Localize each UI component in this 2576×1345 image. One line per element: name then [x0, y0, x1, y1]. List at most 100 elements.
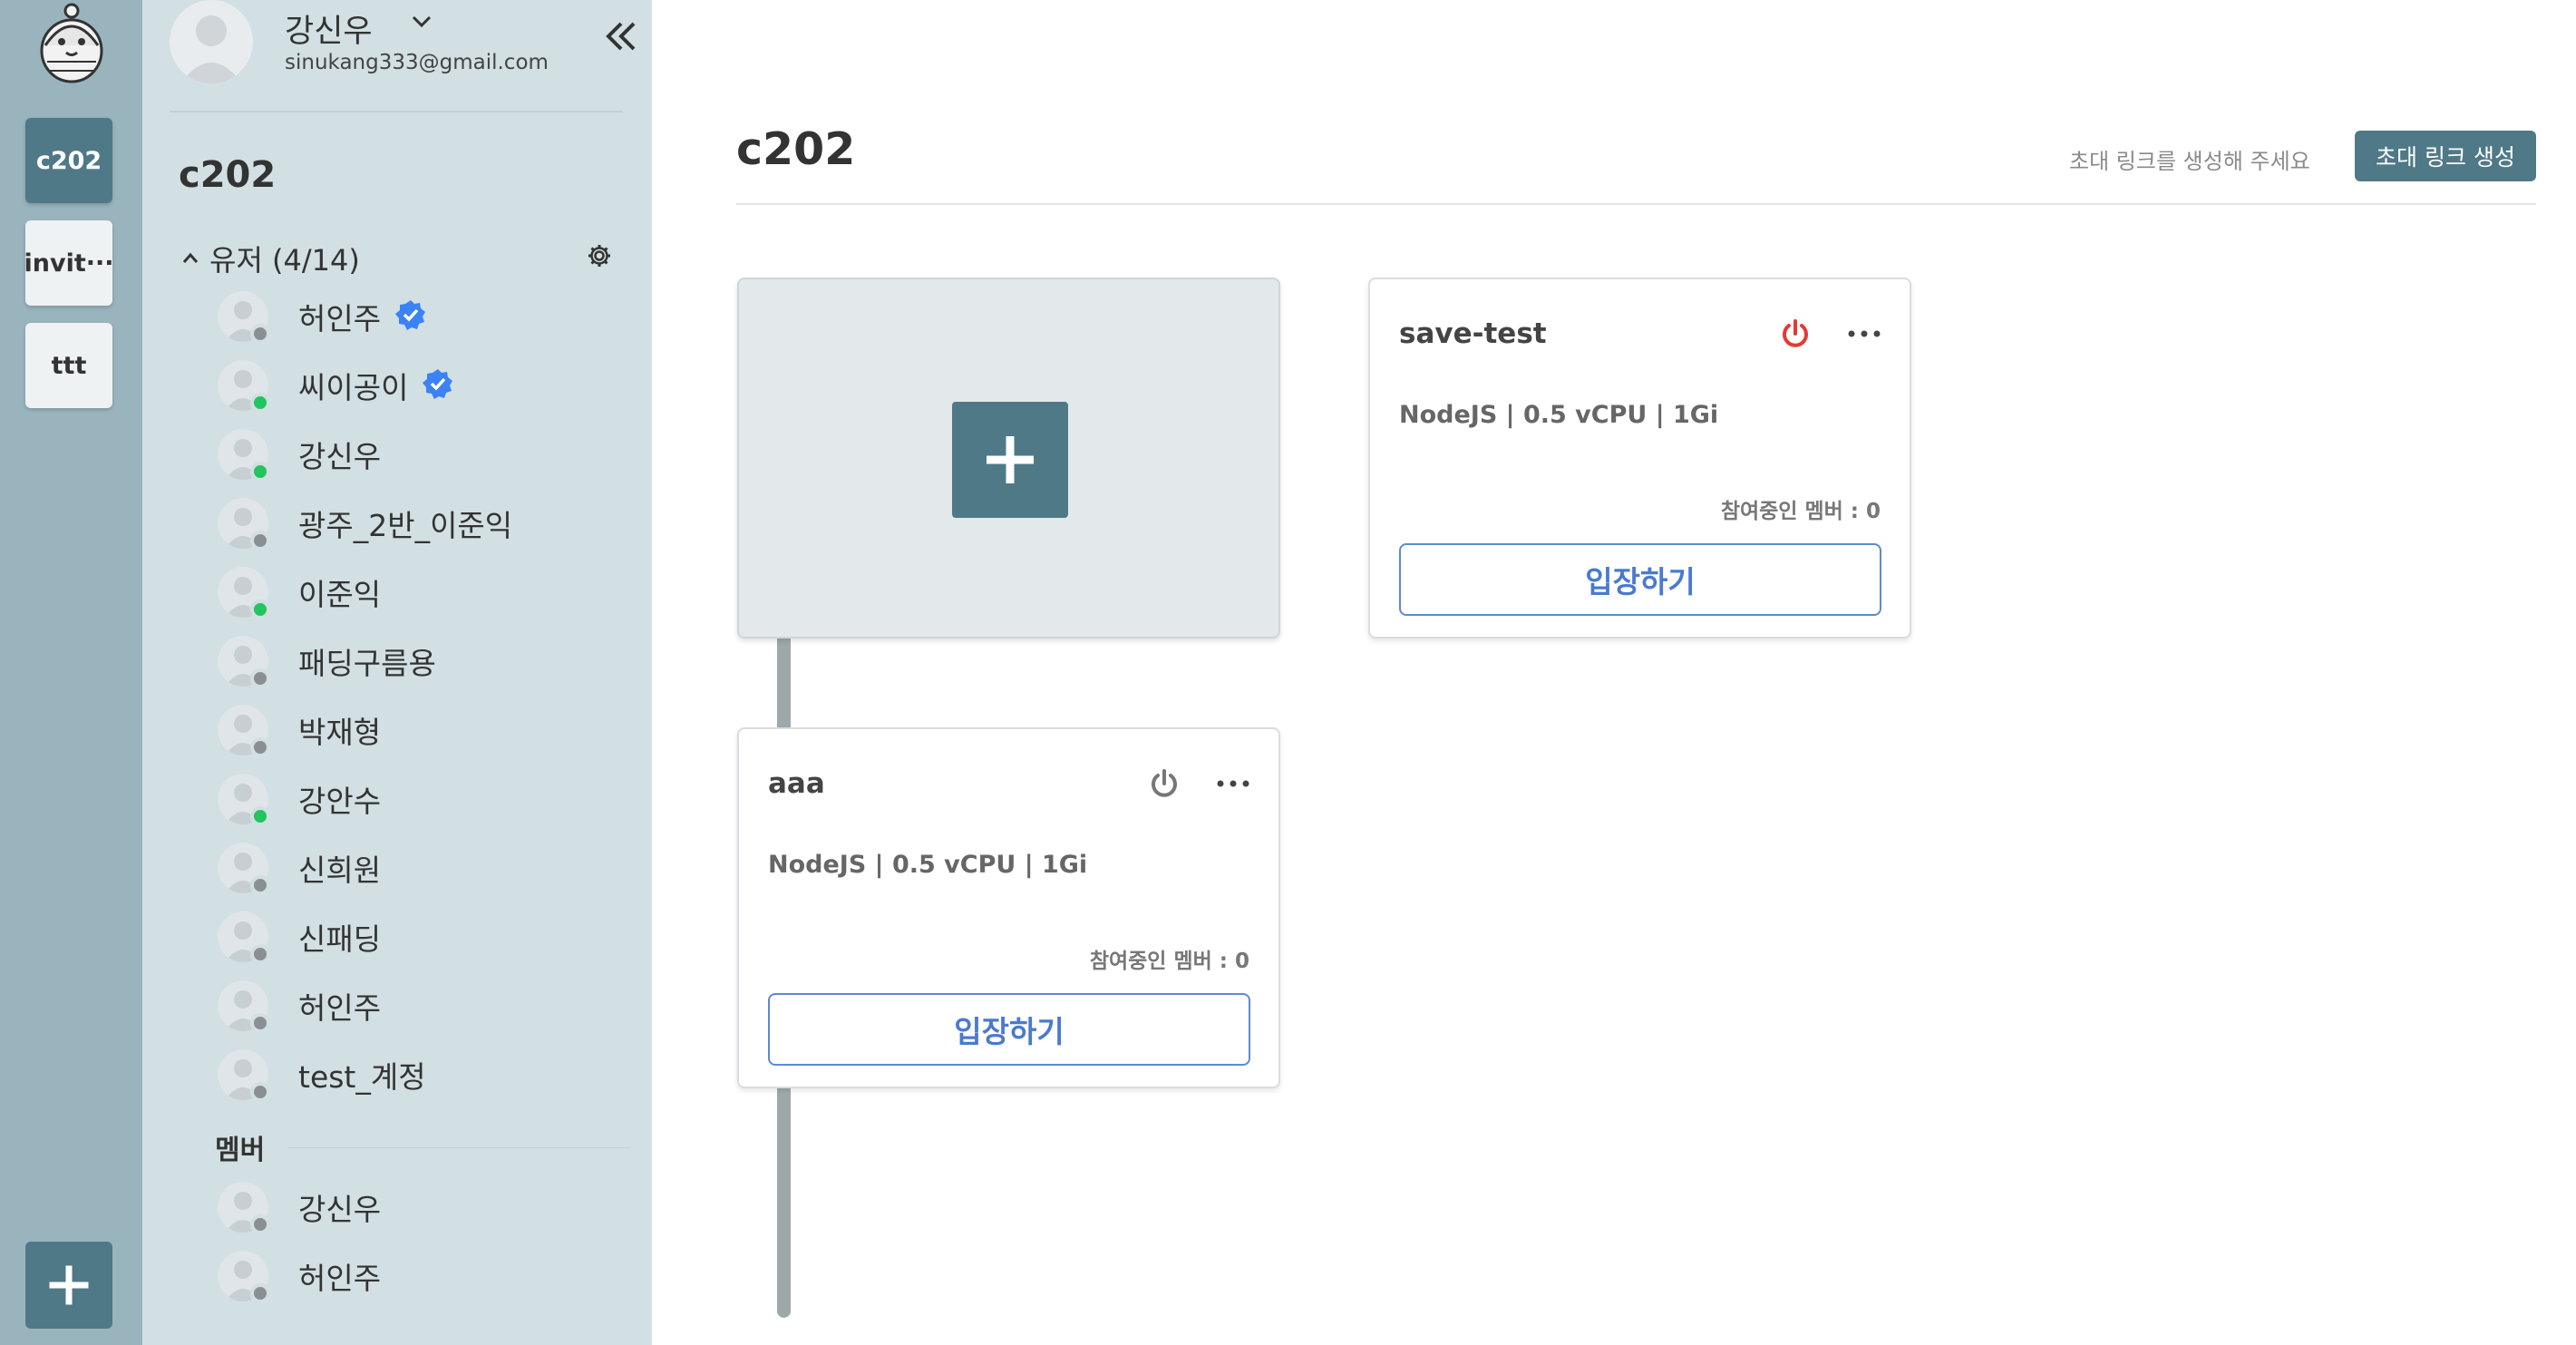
server-button-ttt[interactable]: ttt [25, 323, 112, 408]
avatar [218, 636, 270, 688]
add-server-button[interactable] [25, 1242, 112, 1329]
profile-email: sinukang333@gmail.com [285, 51, 549, 74]
container-card: aaa NodeJS | 0.5 vCPU | 1Gi 참여중인 멤버 : 0 … [737, 727, 1280, 1088]
create-invite-link-button[interactable]: 초대 링크 생성 [2355, 131, 2536, 181]
user-name: 강신우 [298, 1192, 382, 1227]
user-profile: 강신우 sinukang333@gmail.com [170, 0, 636, 112]
avatar [218, 705, 270, 757]
user-name: 허인주 [298, 301, 382, 336]
container-members: 참여중인 멤버 : 0 [1720, 500, 1881, 523]
avatar [218, 911, 270, 964]
user-name: 강안수 [298, 784, 382, 819]
user-name: 강신우 [298, 439, 382, 474]
add-container-card[interactable] [737, 278, 1280, 638]
avatar[interactable] [170, 0, 253, 83]
container-name: save-test [1399, 317, 1547, 350]
user-group-toggle[interactable]: 유저 (4/14) [180, 238, 360, 279]
user-name: 신희원 [298, 853, 382, 888]
enter-container-button[interactable]: 입장하기 [1399, 543, 1881, 616]
avatar [218, 567, 270, 619]
avatar [218, 1251, 270, 1303]
user-list-item[interactable]: 허인주 [218, 285, 426, 348]
user-list-item[interactable]: 강신우 [218, 1175, 381, 1239]
gear-icon[interactable] [587, 243, 612, 268]
offline-status-indicator [250, 737, 270, 757]
divider [736, 203, 2536, 205]
avatar [218, 1182, 270, 1234]
verified-badge-icon [423, 368, 453, 403]
profile-name[interactable]: 강신우 [285, 5, 373, 52]
avatar [218, 429, 270, 482]
offline-status-indicator [250, 1283, 270, 1303]
user-name: 신패딩 [298, 921, 382, 957]
members-section-label: 멤버 [215, 1135, 266, 1166]
avatar [218, 980, 270, 1033]
add-container-button[interactable] [952, 402, 1068, 518]
server-button-invite[interactable]: invit··· [24, 220, 114, 306]
server-title: c202 [179, 154, 277, 196]
avatar [218, 498, 270, 551]
page-title: c202 [736, 123, 856, 175]
plus-icon [987, 436, 1034, 483]
user-name: 씨이공이 [298, 370, 409, 405]
offline-status-indicator [250, 531, 270, 551]
server-rail: c202 invit··· ttt [0, 0, 142, 1345]
enter-container-button[interactable]: 입장하기 [768, 993, 1250, 1066]
container-members: 참여중인 멤버 : 0 [1089, 950, 1249, 973]
server-button-c202[interactable]: c202 [25, 118, 112, 203]
user-list-item[interactable]: 허인주 [218, 1244, 381, 1308]
offline-status-indicator [250, 944, 270, 964]
plus-icon [49, 1265, 89, 1305]
user-name: 이준익 [298, 577, 382, 612]
online-status-indicator [250, 599, 270, 619]
user-list-item[interactable]: 강신우 [218, 423, 381, 486]
container-spec: NodeJS | 0.5 vCPU | 1Gi [1399, 401, 1719, 429]
user-name: 허인주 [298, 990, 382, 1026]
power-icon[interactable] [1779, 317, 1812, 350]
more-options-icon[interactable] [1215, 767, 1251, 800]
offline-status-indicator [250, 1082, 270, 1102]
user-list-item[interactable]: 신희원 [218, 836, 381, 900]
chevron-down-icon[interactable] [409, 9, 434, 34]
chevron-up-icon [182, 252, 199, 263]
more-options-icon[interactable] [1846, 317, 1882, 350]
user-list-item[interactable]: 씨이공이 [218, 354, 453, 417]
user-name: 허인주 [298, 1261, 382, 1296]
user-group-label: 유저 (4/14) [209, 243, 360, 278]
user-list-item[interactable]: 강안수 [218, 767, 381, 831]
offline-status-indicator [250, 324, 270, 344]
verified-badge-icon [395, 299, 426, 334]
avatar [218, 291, 270, 344]
offline-status-indicator [250, 1214, 270, 1234]
online-status-indicator [250, 462, 270, 482]
offline-status-indicator [250, 875, 270, 895]
user-name: 패딩구름용 [298, 646, 436, 681]
user-list-item[interactable]: 허인주 [218, 974, 381, 1038]
collapse-sidebar-icon[interactable] [603, 18, 639, 54]
user-list-item[interactable]: 이준익 [218, 560, 381, 624]
user-list-item[interactable]: 박재형 [218, 698, 381, 762]
app-logo[interactable] [36, 0, 107, 89]
divider [287, 1147, 630, 1148]
online-status-indicator [250, 806, 270, 826]
container-card: save-test NodeJS | 0.5 vCPU | 1Gi 참여중인 멤… [1368, 278, 1911, 638]
avatar [218, 843, 270, 895]
user-name: 박재형 [298, 715, 382, 750]
power-icon[interactable] [1148, 767, 1181, 800]
user-list-item[interactable]: 패딩구름용 [218, 629, 436, 693]
online-status-indicator [250, 393, 270, 413]
avatar [218, 774, 270, 826]
avatar [218, 360, 270, 413]
user-list-item[interactable]: 광주_2반_이준익 [218, 492, 512, 555]
user-list-item[interactable]: 신패딩 [218, 905, 381, 969]
container-spec: NodeJS | 0.5 vCPU | 1Gi [768, 851, 1088, 879]
invite-hint: 초대 링크를 생성해 주세요 [2069, 149, 2310, 174]
offline-status-indicator [250, 1013, 270, 1033]
offline-status-indicator [250, 668, 270, 688]
user-list-item[interactable]: test_계정 [218, 1043, 426, 1106]
container-name: aaa [768, 767, 825, 800]
avatar [218, 1049, 270, 1102]
user-name: test_계정 [298, 1059, 426, 1095]
user-name: 광주_2반_이준익 [298, 508, 513, 543]
channel-sidebar: 강신우 sinukang333@gmail.com c202 유저 (4/14)… [142, 0, 791, 1345]
